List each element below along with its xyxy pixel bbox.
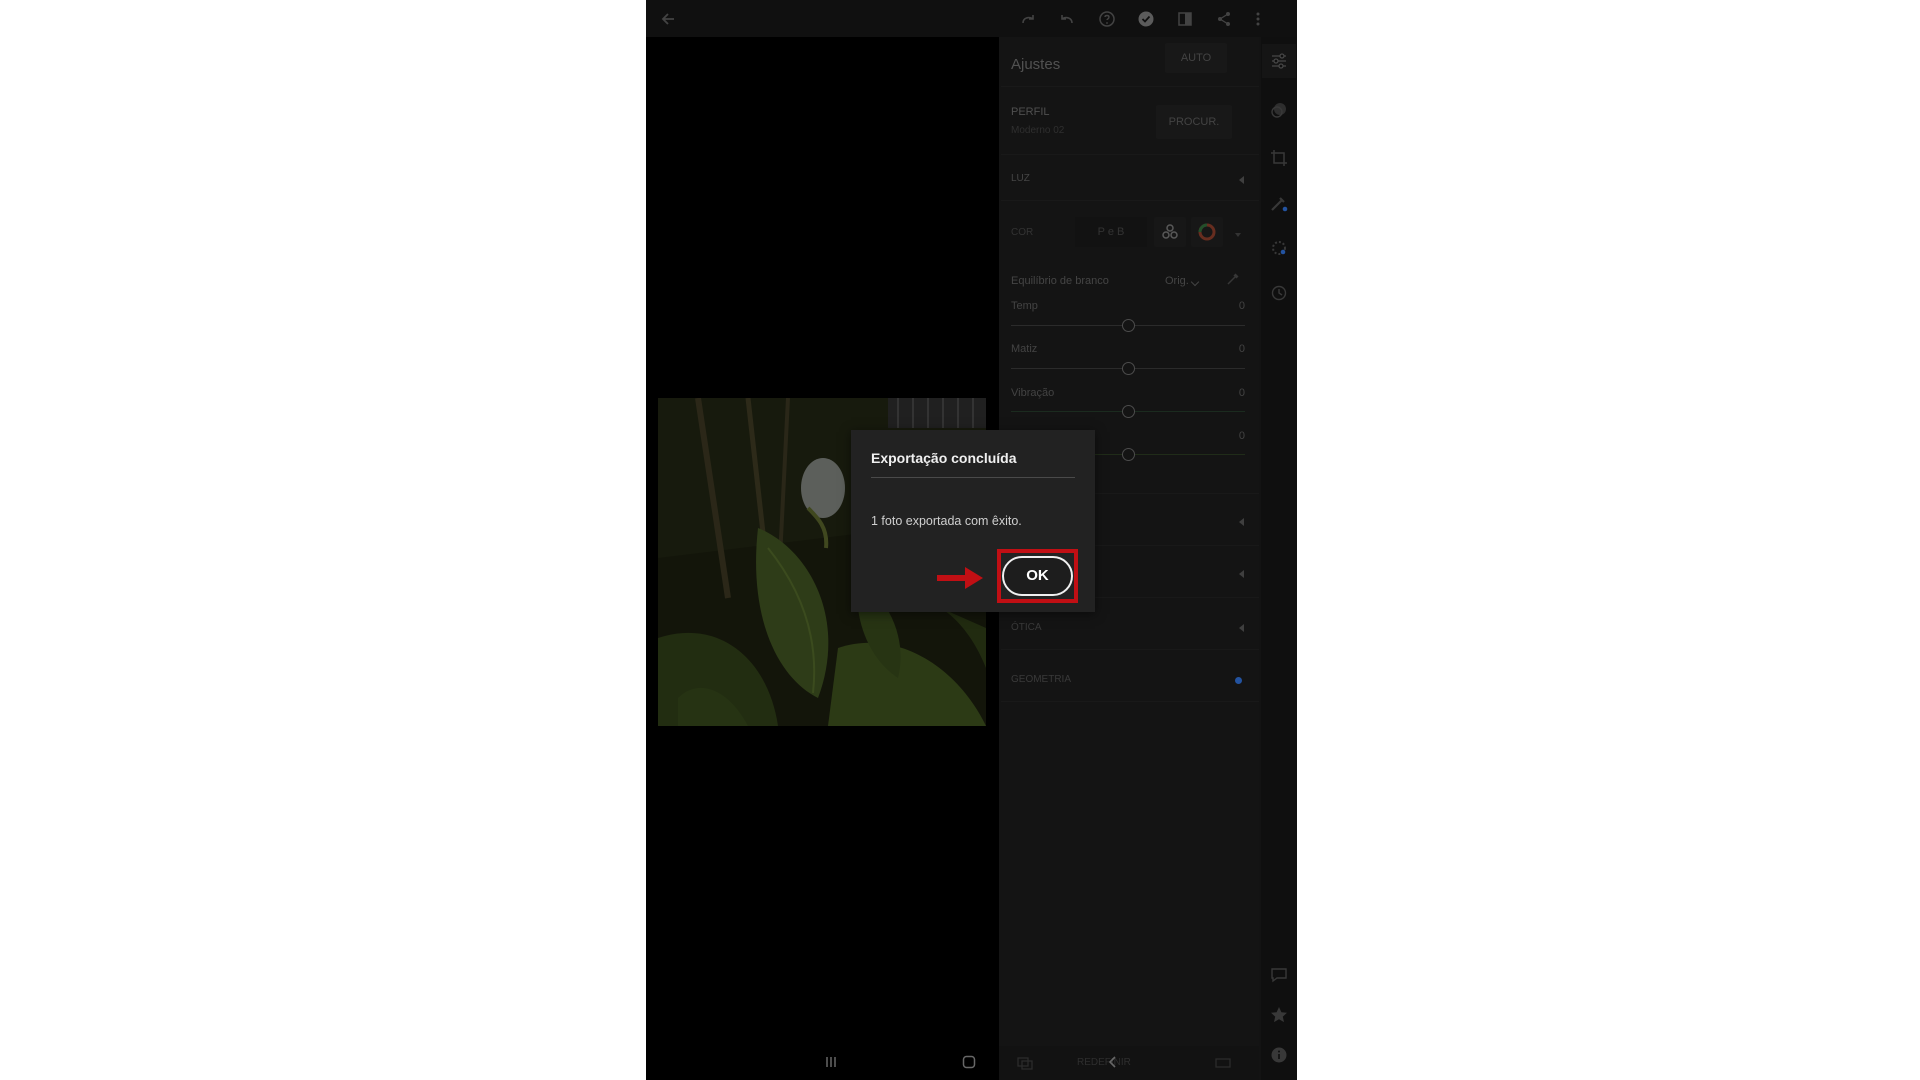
ok-button[interactable]: OK <box>1002 556 1073 596</box>
dialog-divider <box>871 477 1075 478</box>
dialog-message: 1 foto exportada com êxito. <box>871 514 1022 528</box>
red-arrow-icon <box>937 567 983 589</box>
dialog-title: Exportação concluída <box>871 450 1017 466</box>
